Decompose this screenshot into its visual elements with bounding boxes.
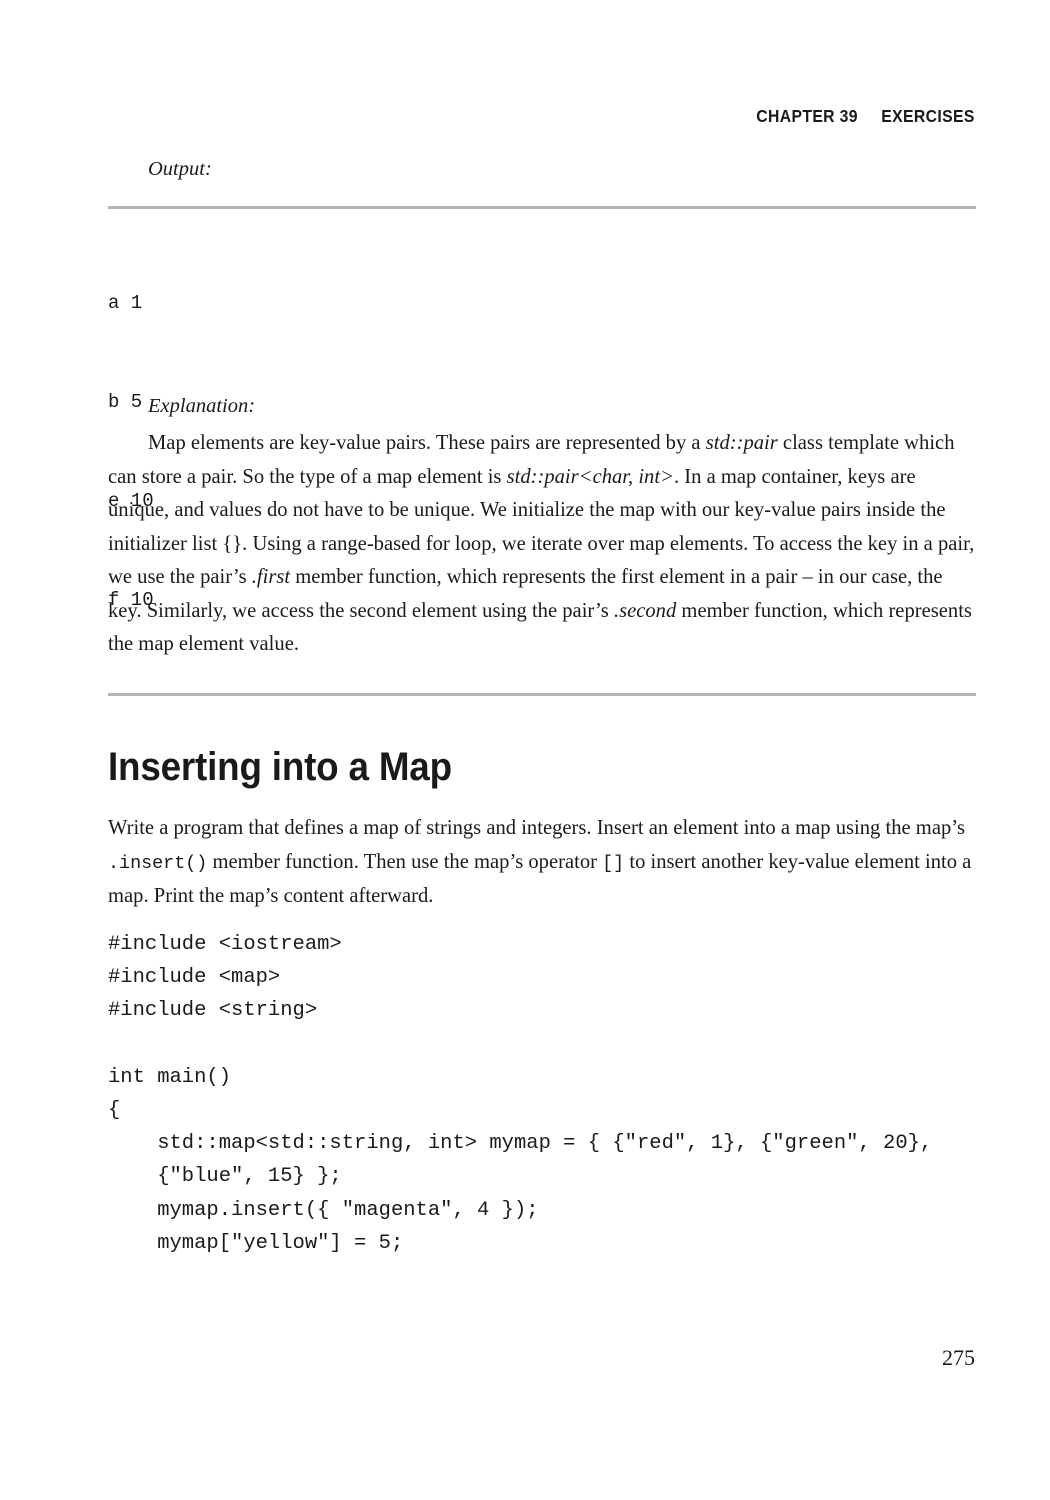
output-line: a 1 <box>108 292 143 314</box>
explanation-paragraph-wrap: Map elements are key-value pairs. These … <box>108 427 976 662</box>
explanation-paragraph: Map elements are key-value pairs. These … <box>108 427 976 662</box>
explanation-text-1: Map elements are key-value pairs. These … <box>148 432 706 454</box>
task-code-subscript: [] <box>602 852 625 874</box>
explanation-italic-3: .first <box>251 566 291 588</box>
running-header: CHAPTER 39 EXERCISES <box>757 106 975 127</box>
explanation-label: Explanation: <box>148 395 256 417</box>
explanation-italic-2: std::pair<char, int> <box>506 465 674 488</box>
task-paragraph-wrap: Write a program that defines a map of st… <box>108 812 976 914</box>
section-heading-wrap: Inserting into a Map <box>108 745 976 790</box>
output-label-wrap: Output: <box>108 158 976 181</box>
program-listing-wrap: #include <iostream> #include <map> #incl… <box>108 928 976 1260</box>
explanation-italic-4: .second <box>613 599 677 622</box>
task-text-1: Write a program that defines a map of st… <box>108 817 965 839</box>
page-number: 275 <box>942 1345 975 1370</box>
task-code-insert: .insert() <box>108 852 208 874</box>
explanation-italic-1: std::pair <box>705 432 778 454</box>
document-page: CHAPTER 39 EXERCISES Output: a 1 b 5 e 10… <box>0 0 1050 1500</box>
page-title: Inserting into a Map <box>108 745 452 789</box>
running-header-chapter: CHAPTER 39 <box>756 106 859 126</box>
task-paragraph: Write a program that defines a map of st… <box>108 812 976 914</box>
running-header-section: EXERCISES <box>881 106 975 126</box>
explanation-label-wrap: Explanation: <box>108 395 976 418</box>
program-listing: #include <iostream> #include <map> #incl… <box>108 933 933 1255</box>
output-label: Output: <box>148 158 212 180</box>
output-rule-bottom <box>108 693 976 696</box>
task-text-2: member function. Then use the map’s oper… <box>207 850 603 873</box>
